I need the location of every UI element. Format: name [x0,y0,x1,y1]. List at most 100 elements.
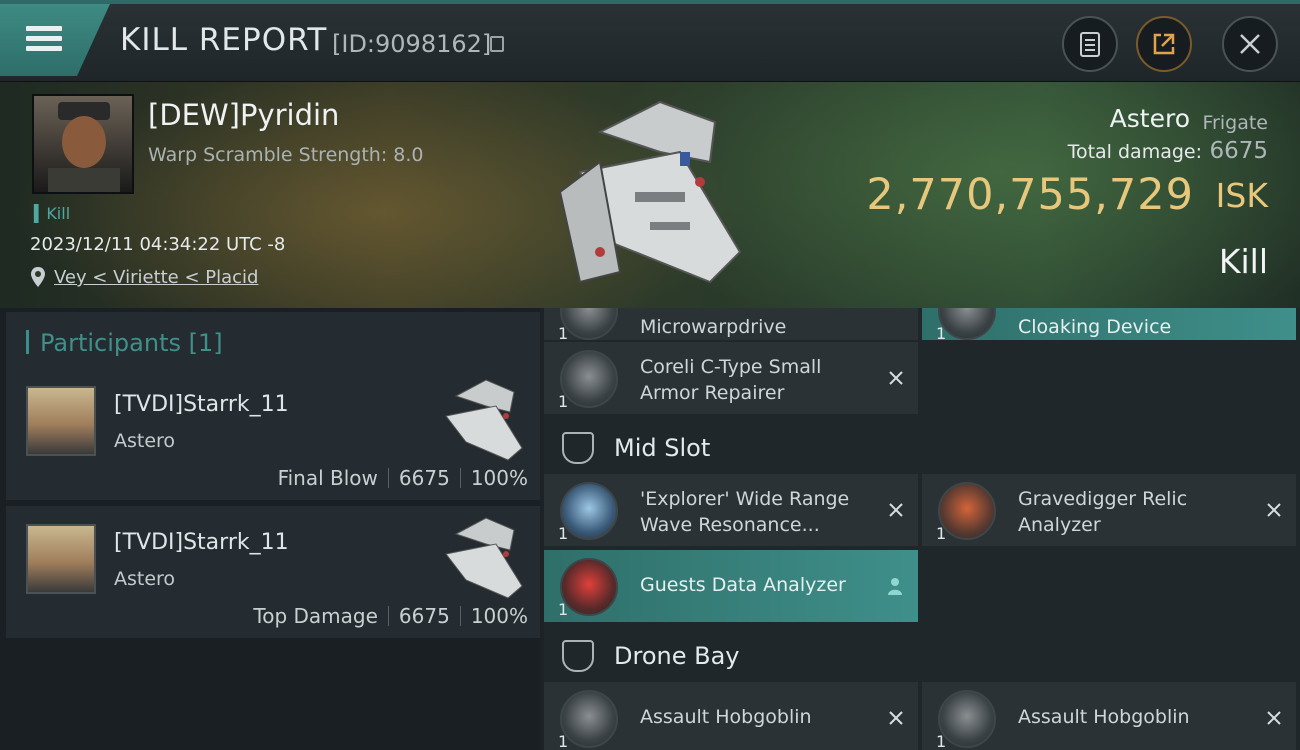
total-damage-value: 6675 [1209,138,1268,164]
divider [459,606,461,626]
victim-ship-class: Frigate [1202,112,1268,134]
drone-icon [938,690,996,748]
module-qty: 1 [936,324,947,343]
victim-banner: [DEW]Pyridin Warp Scramble Strength: 8.0… [0,82,1300,308]
participant-name: [TVDI]Starrk_11 [114,530,289,555]
module-name: Cloaking Device [1018,316,1172,338]
menu-icon-bar [26,46,62,51]
close-button[interactable] [1222,16,1278,72]
destroyed-x-icon [889,371,903,385]
victim-ship-name[interactable]: Astero [1110,104,1190,133]
module-name: Assault Hobgoblin [640,706,812,728]
header-accent-line [0,0,1300,4]
module-item[interactable]: 1 Cloaking Device [922,308,1296,343]
module-name: Microwarpdrive [640,316,787,338]
participant-role: Top Damage [253,604,378,628]
slot-shield-icon [562,640,594,672]
isk-unit: ISK [1215,176,1268,215]
participants-title: Participants [1] [40,329,223,357]
module-qty: 1 [558,392,569,411]
divider [387,606,389,626]
close-icon [1240,34,1260,54]
copy-icon[interactable] [490,36,504,52]
section-title: Drone Bay [614,642,740,670]
victim-ship-image [558,100,742,284]
participant-avatar[interactable] [26,386,96,456]
module-icon [560,350,618,408]
participant-card[interactable]: [TVDI]Starrk_11 Astero Top Damage 6675 1… [6,506,540,640]
drone-icon [560,690,618,748]
module-item[interactable]: 1 'Explorer' Wide Range Wave Resonance..… [544,474,918,546]
module-name: Assault Hobgoblin [1018,706,1190,728]
warp-scramble-strength: Warp Scramble Strength: 8.0 [148,144,424,166]
participants-header[interactable]: Participants [1] [6,312,540,370]
participant-ship-image [445,379,523,461]
participant-avatar[interactable] [26,524,96,594]
module-item[interactable]: 1 Coreli C-Type Small Armor Repairer [544,342,918,414]
participant-ship: Astero [114,430,176,452]
divider [459,468,461,488]
participant-stats: Final Blow 6675 100% [278,466,528,490]
module-item[interactable]: 1 Microwarpdrive [544,308,918,343]
module-qty: 1 [558,324,569,343]
participant-card[interactable]: [TVDI]Starrk_11 Astero Final Blow 6675 1… [6,368,540,502]
module-qty: 1 [558,524,569,543]
menu-button[interactable] [0,4,110,76]
person-icon [888,578,902,595]
destroyed-x-icon [889,503,903,517]
section-title: Mid Slot [614,434,711,462]
module-icon [938,308,996,340]
section-mid-slot: Mid Slot [544,418,1300,476]
participant-damage: 6675 [398,466,450,490]
kill-location-link[interactable]: Vey < Viriette < Placid [54,267,259,288]
fitting-panel: 1 Microwarpdrive 1 Cloaking Device 1 Cor… [544,308,1300,750]
module-icon [938,482,996,540]
victim-pilot-name[interactable]: [DEW]Pyridin [148,98,339,132]
destroyed-x-icon [889,711,903,725]
module-item[interactable]: 1 Gravedigger Relic Analyzer [922,474,1296,546]
participant-ship-image [445,517,523,599]
module-qty: 1 [558,600,569,619]
module-qty: 1 [936,524,947,543]
report-id: [ID:9098162] [332,30,492,58]
participants-panel: Participants [1] [TVDI]Starrk_11 Astero … [0,308,540,750]
module-name: Coreli C-Type Small Armor Repairer [640,356,822,404]
section-drone-bay: Drone Bay [544,626,1300,684]
total-damage-label: Total damage: [1067,141,1202,163]
kill-tag-label: Kill [46,204,71,223]
participant-role: Final Blow [277,466,378,490]
participant-name: [TVDI]Starrk_11 [114,392,289,417]
destroyed-x-icon [1267,503,1281,517]
module-icon [560,558,618,616]
module-name: Guests Data Analyzer [640,574,846,596]
location-pin-icon [31,267,45,287]
kill-tag: ▍Kill [34,204,71,223]
participant-percent: 100% [470,466,528,490]
module-item-dropped[interactable]: 1 Guests Data Analyzer [544,550,918,622]
divider [387,468,389,488]
drone-item[interactable]: 1 Assault Hobgoblin [922,682,1296,750]
clipboard-button[interactable] [1062,16,1118,72]
drone-item[interactable]: 1 Assault Hobgoblin [544,682,918,750]
participant-ship: Astero [114,568,176,590]
isk-value: 2,770,755,729 [866,170,1194,220]
menu-icon-bar [26,36,62,41]
clipboard-icon [1080,32,1100,57]
share-button[interactable] [1136,16,1192,72]
participant-percent: 100% [470,604,528,628]
module-qty: 1 [936,732,947,750]
pilot-portrait-art [48,102,120,192]
kill-timestamp: 2023/12/11 04:34:22 UTC -8 [30,234,286,255]
share-icon [1153,33,1175,55]
participant-damage: 6675 [398,604,450,628]
page-title: KILL REPORT [120,22,328,58]
destroyed-x-icon [1267,711,1281,725]
participant-stats: Top Damage 6675 100% [253,604,528,628]
module-name: Gravedigger Relic Analyzer [1018,488,1188,536]
victim-portrait[interactable] [32,94,134,194]
module-qty: 1 [558,732,569,750]
top-bar: KILL REPORT [ID:9098162] [0,0,1300,82]
participants-accent [26,330,29,354]
slot-shield-icon [562,432,594,464]
module-icon [560,482,618,540]
